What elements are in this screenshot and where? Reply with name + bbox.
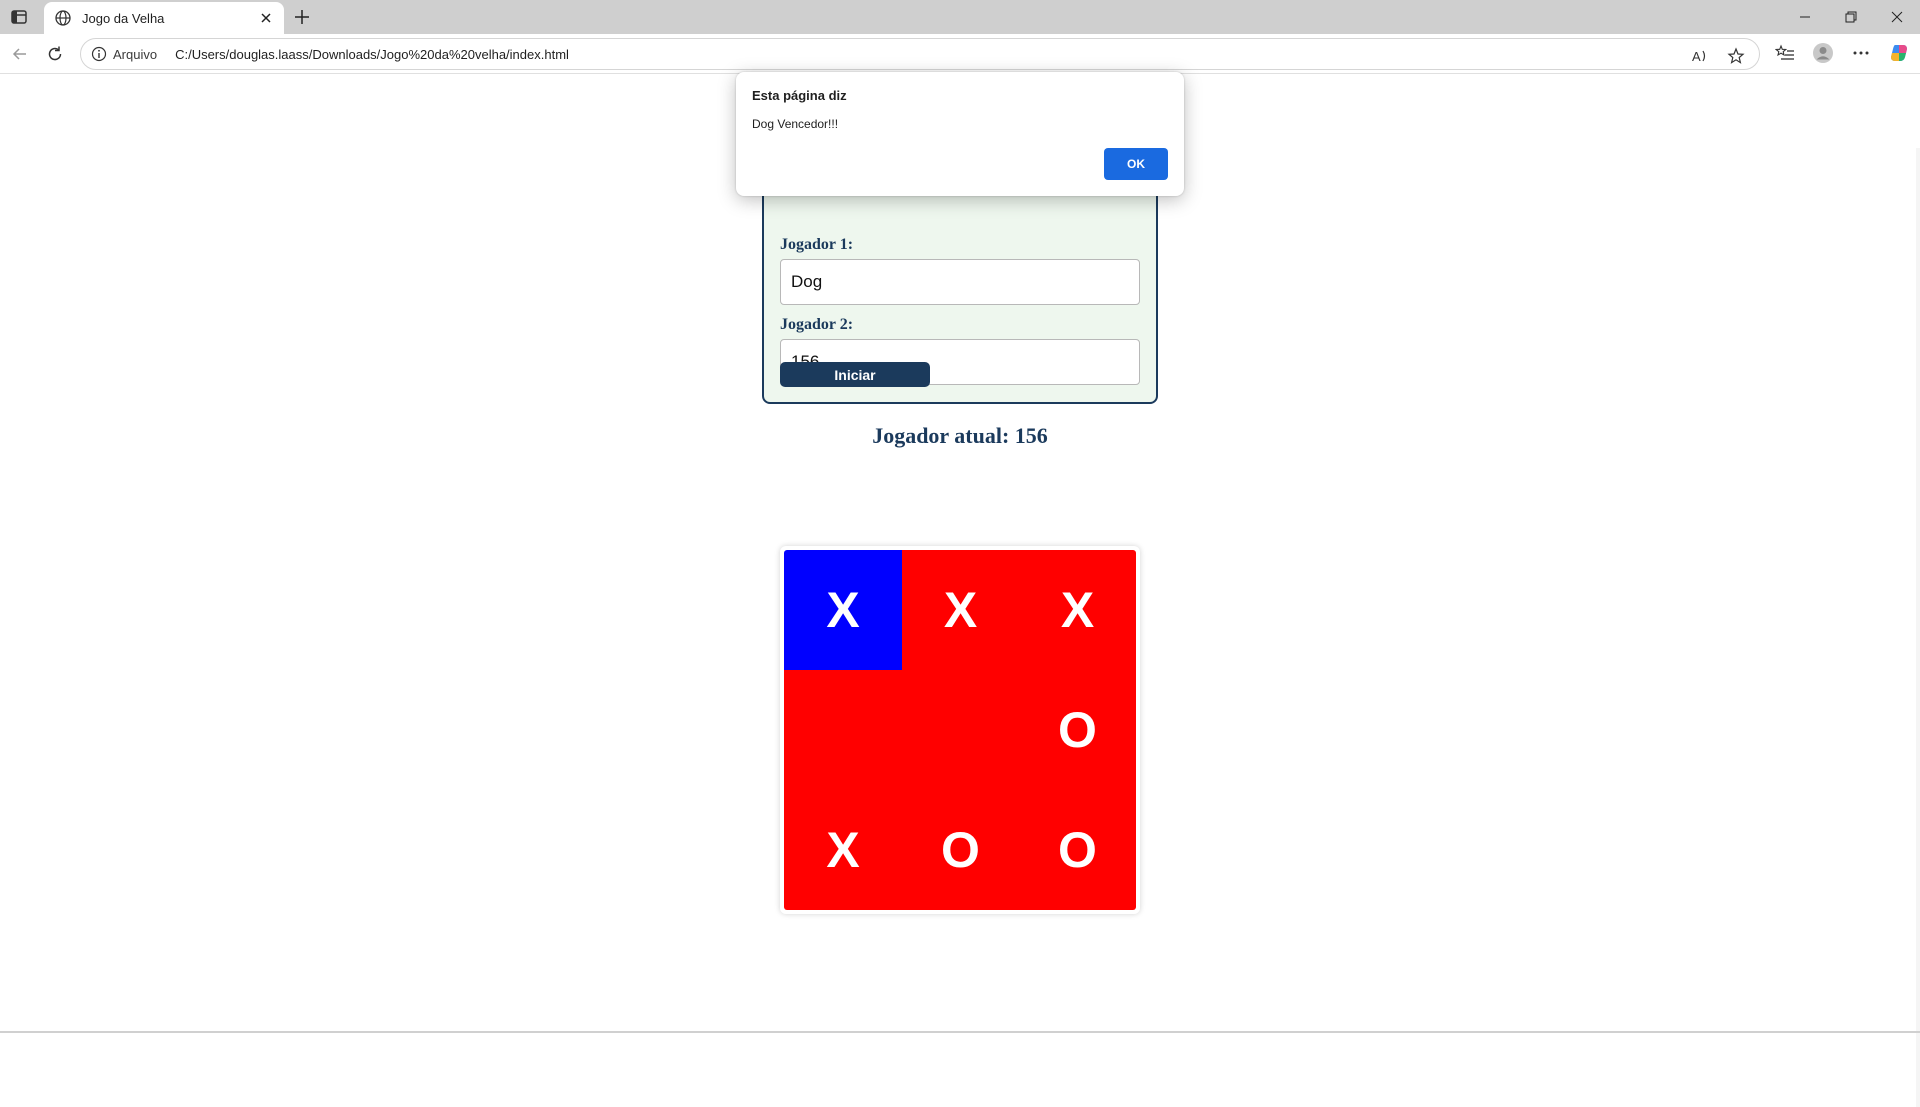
tab-title: Jogo da Velha bbox=[82, 10, 165, 26]
board-cell-2[interactable]: X bbox=[902, 550, 1019, 670]
globe-icon bbox=[54, 9, 72, 27]
start-button[interactable]: Iniciar bbox=[780, 362, 930, 387]
active-tab[interactable]: Jogo da Velha bbox=[44, 2, 284, 34]
svg-text:A: A bbox=[1692, 49, 1701, 64]
favorites-list-icon[interactable] bbox=[1774, 42, 1796, 64]
player2-label: Jogador 2: bbox=[780, 316, 854, 333]
read-aloud-icon[interactable]: A bbox=[1689, 45, 1711, 67]
restore-icon[interactable] bbox=[1828, 0, 1874, 34]
info-icon[interactable] bbox=[91, 46, 107, 62]
player1-input[interactable] bbox=[780, 259, 1140, 305]
player1-label: Jogador 1: bbox=[780, 236, 854, 253]
address-url[interactable]: C:/Users/douglas.laass/Downloads/Jogo%20… bbox=[175, 47, 569, 62]
refresh-icon[interactable] bbox=[45, 44, 65, 64]
board-cell-8[interactable]: O bbox=[902, 790, 1019, 910]
close-window-icon[interactable] bbox=[1874, 0, 1920, 34]
dialog-title: Esta página diz bbox=[752, 88, 847, 103]
dialog-ok-button[interactable]: OK bbox=[1104, 148, 1168, 180]
page-content: Jogador 1: Jogador 2: Iniciar Jogador at… bbox=[0, 74, 1920, 1107]
copilot-icon[interactable] bbox=[1888, 42, 1910, 64]
new-tab-icon[interactable] bbox=[292, 7, 312, 27]
page-scroll-edge bbox=[1916, 148, 1920, 1107]
favorite-star-icon[interactable] bbox=[1725, 45, 1747, 67]
close-tab-icon[interactable] bbox=[258, 10, 274, 26]
address-bar[interactable]: Arquivo C:/Users/douglas.laass/Downloads… bbox=[80, 38, 1760, 70]
current-player-status: Jogador atual: 156 bbox=[872, 423, 1048, 448]
board-cell-1[interactable]: X bbox=[784, 550, 902, 670]
dialog-message: Dog Vencedor!!! bbox=[752, 117, 839, 131]
board-cell-3[interactable]: X bbox=[1019, 550, 1136, 670]
alert-dialog: Esta página diz Dog Vencedor!!! OK bbox=[736, 72, 1184, 196]
board-cell-5[interactable] bbox=[902, 670, 1019, 790]
tab-actions-icon[interactable] bbox=[10, 8, 28, 26]
board-cell-6[interactable]: O bbox=[1019, 670, 1136, 790]
board-cell-7[interactable]: X bbox=[784, 790, 902, 910]
back-arrow-icon[interactable] bbox=[10, 44, 30, 64]
minimize-icon[interactable] bbox=[1782, 0, 1828, 34]
tab-strip: Jogo da Velha bbox=[0, 0, 1920, 34]
board-cell-9[interactable]: O bbox=[1019, 790, 1136, 910]
more-options-icon[interactable] bbox=[1850, 42, 1872, 64]
profile-avatar-icon[interactable] bbox=[1812, 42, 1834, 64]
browser-toolbar: Arquivo C:/Users/douglas.laass/Downloads… bbox=[0, 34, 1920, 74]
game-board: XXXOXOO bbox=[780, 546, 1140, 914]
window-controls bbox=[1782, 0, 1920, 34]
address-scheme: Arquivo bbox=[113, 46, 158, 62]
board-cell-4[interactable] bbox=[784, 670, 902, 790]
board-grid: XXXOXOO bbox=[784, 550, 1136, 910]
